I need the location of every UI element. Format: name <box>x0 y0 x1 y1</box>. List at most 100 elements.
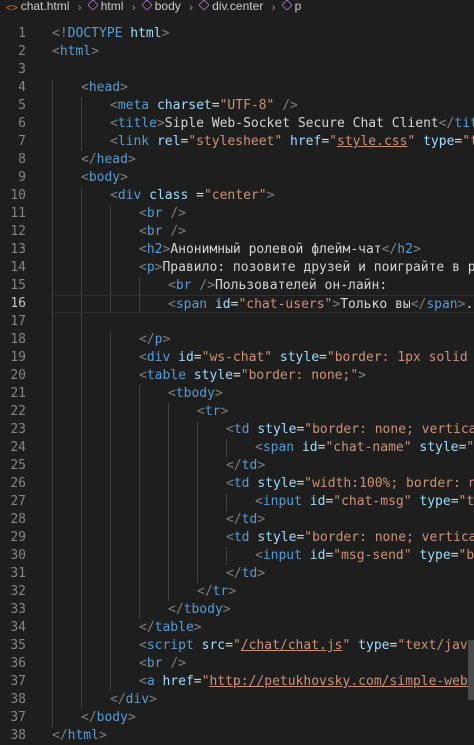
code-text[interactable]: <span id="chat-name" style="word-wrap: b… <box>52 439 474 457</box>
code-text[interactable]: </div> <box>52 691 474 709</box>
code-line[interactable]: 18 </p> <box>0 331 474 349</box>
code-text[interactable]: <td style="border: none; vertical-align:… <box>52 529 474 547</box>
code-token: span <box>262 440 295 455</box>
code-text[interactable]: </p> <box>52 331 474 349</box>
code-line[interactable]: 6 <title>Siple Web-Socket Secure Chat Cli… <box>0 115 474 133</box>
code-line[interactable]: 37 <a href="http://petukhovsky.com/simple… <box>0 673 474 691</box>
code-text[interactable]: <br />Пользователей он-лайн: <box>52 277 474 295</box>
code-text[interactable]: <td style="border: none; vertical-align:… <box>52 421 474 439</box>
code-line[interactable]: 27<input id="chat-msg" type="text" <box>0 493 474 511</box>
code-text[interactable]: <br /> <box>52 223 474 241</box>
code-text[interactable]: <html> <box>52 43 474 61</box>
code-token: link <box>117 134 150 149</box>
code-line[interactable]: 28 </td> <box>0 511 474 529</box>
code-text[interactable]: <body> <box>52 169 474 187</box>
code-text[interactable] <box>52 61 474 79</box>
code-token: div <box>146 350 171 365</box>
code-line[interactable]: 24 <span id="chat-name" style="word-wrap:… <box>0 439 474 457</box>
code-line[interactable]: 17 <box>0 313 474 331</box>
code-line[interactable]: 11 <br /> <box>0 205 474 223</box>
code-line[interactable]: 38 </div> <box>0 691 474 709</box>
code-text[interactable]: <meta charset="UTF-8" /> <box>52 97 474 115</box>
code-line[interactable]: 21 <tbody> <box>0 385 474 403</box>
code-text[interactable]: <a href="http://petukhovsky.com/simple-w… <box>52 673 474 691</box>
code-text[interactable]: <title>Siple Web-Socket Secure Chat Clie… <box>52 115 474 133</box>
code-line[interactable]: 12 <br /> <box>0 223 474 241</box>
code-text[interactable]: <p>Правило: позовите друзей и поиграйте … <box>52 259 474 277</box>
code-text[interactable]: <td style="width:100%; border: none;" <box>52 475 474 493</box>
code-text[interactable]: <input id="chat-msg" type="text" <box>52 493 474 511</box>
breadcrumb-html[interactable]: html <box>101 0 124 12</box>
code-line[interactable]: 23 <td style="border: none; vertical-alig… <box>0 421 474 439</box>
breadcrumb-body[interactable]: body <box>155 0 181 12</box>
code-token: < <box>226 530 234 545</box>
code-line[interactable]: 14 <p>Правило: позовите друзей и поиграйт… <box>0 259 474 277</box>
code-line[interactable]: 7 <link rel="stylesheet" href="style.css"… <box>0 133 474 151</box>
code-line[interactable]: 30<input id="msg-send" type="button" <box>0 547 474 565</box>
code-token: > <box>91 44 99 59</box>
code-text[interactable]: <table style="border: none;"> <box>52 367 474 385</box>
code-line[interactable]: 16 <span id="chat-users">Только вы</span>… <box>0 295 474 313</box>
code-line[interactable]: 32 </tr> <box>0 583 474 601</box>
code-text[interactable]: <head> <box>52 79 474 97</box>
code-text[interactable]: </tr> <box>52 583 474 601</box>
code-line[interactable]: 26 <td style="width:100%; border: none;" <box>0 475 474 493</box>
code-line[interactable]: 8 </head> <box>0 151 474 169</box>
breadcrumb-p[interactable]: p <box>295 0 302 12</box>
code-line[interactable]: 29 <td style="border: none; vertical-alig… <box>0 529 474 547</box>
code-text[interactable]: <tbody> <box>52 385 474 403</box>
code-line[interactable]: 33 </tbody> <box>0 601 474 619</box>
code-line[interactable]: 5 <meta charset="UTF-8" /> <box>0 97 474 115</box>
code-text[interactable]: <h2>Анонимный ролевой флейм-чат</h2> <box>52 241 474 259</box>
code-text[interactable]: <br /> <box>52 655 474 673</box>
code-line[interactable]: 31 </td> <box>0 565 474 583</box>
code-line[interactable]: 22 <tr> <box>0 403 474 421</box>
code-text[interactable]: </html> <box>52 727 474 745</box>
code-line[interactable]: 35 <script src="/chat/chat.js" type="text… <box>0 637 474 655</box>
code-line[interactable]: 9 <body> <box>0 169 474 187</box>
code-line[interactable]: 15 <br />Пользователей он-лайн: <box>0 277 474 295</box>
code-text[interactable]: </head> <box>52 151 474 169</box>
code-text[interactable]: <span id="chat-users">Только вы</span>. <box>52 295 474 313</box>
breadcrumb-file[interactable]: chat.html <box>21 0 70 12</box>
code-text[interactable]: </td> <box>52 457 474 475</box>
code-token: < <box>139 224 147 239</box>
code-editor[interactable]: 1 <!DOCTYPE html> 2 <html> 3 4 <head> 5 <meta ch… <box>0 25 474 743</box>
code-text[interactable]: <div class ="center"> <box>52 187 474 205</box>
code-text[interactable]: <!DOCTYPE html> <box>52 25 474 43</box>
code-line[interactable]: 1 <!DOCTYPE html> <box>0 25 474 43</box>
code-line[interactable]: 3 <box>0 61 474 79</box>
code-line[interactable]: 13 <h2>Анонимный ролевой флейм-чат</h2> <box>0 241 474 259</box>
code-line[interactable]: 25 </td> <box>0 457 474 475</box>
code-line[interactable]: 10 <div class ="center"> <box>0 187 474 205</box>
code-text[interactable]: <br /> <box>52 205 474 223</box>
code-line[interactable]: 20 <table style="border: none;"> <box>0 367 474 385</box>
code-text[interactable]: <link rel="stylesheet" href="style.css" … <box>52 133 474 151</box>
line-number: 13 <box>10 242 26 257</box>
code-line[interactable]: 34 </table> <box>0 619 474 637</box>
code-text[interactable]: </body> <box>52 709 474 727</box>
code-line[interactable]: 38 </html> <box>0 727 474 745</box>
line-number: 26 <box>10 476 26 491</box>
code-text[interactable]: </td> <box>52 565 474 583</box>
code-text[interactable]: </tbody> <box>52 601 474 619</box>
breadcrumb-div-center[interactable]: div.center <box>212 0 263 12</box>
code-line[interactable]: 4 <head> <box>0 79 474 97</box>
code-line[interactable]: 19 <div id="ws-chat" style="border: 1px s… <box>0 349 474 367</box>
code-text[interactable]: </table> <box>52 619 474 637</box>
code-token: style <box>279 350 320 365</box>
code-text[interactable] <box>52 313 474 331</box>
code-line[interactable]: 37 </body> <box>0 709 474 727</box>
code-text[interactable]: <tr> <box>52 403 474 421</box>
code-token: style <box>419 440 459 455</box>
code-line[interactable]: 2 <html> <box>0 43 474 61</box>
code-token: "ws-chat" <box>201 350 273 365</box>
code-text[interactable]: <input id="msg-send" type="button" <box>52 547 474 565</box>
code-text[interactable]: <script src="/chat/chat.js" type="text/j… <box>52 637 474 655</box>
code-text[interactable]: </td> <box>52 511 474 529</box>
code-token: input <box>262 494 302 509</box>
vertical-scrollbar[interactable] <box>468 640 474 700</box>
code-token: < <box>52 44 60 59</box>
code-text[interactable]: <div id="ws-chat" style="border: 1px sol… <box>52 349 474 367</box>
code-line[interactable]: 36 <br /> <box>0 655 474 673</box>
